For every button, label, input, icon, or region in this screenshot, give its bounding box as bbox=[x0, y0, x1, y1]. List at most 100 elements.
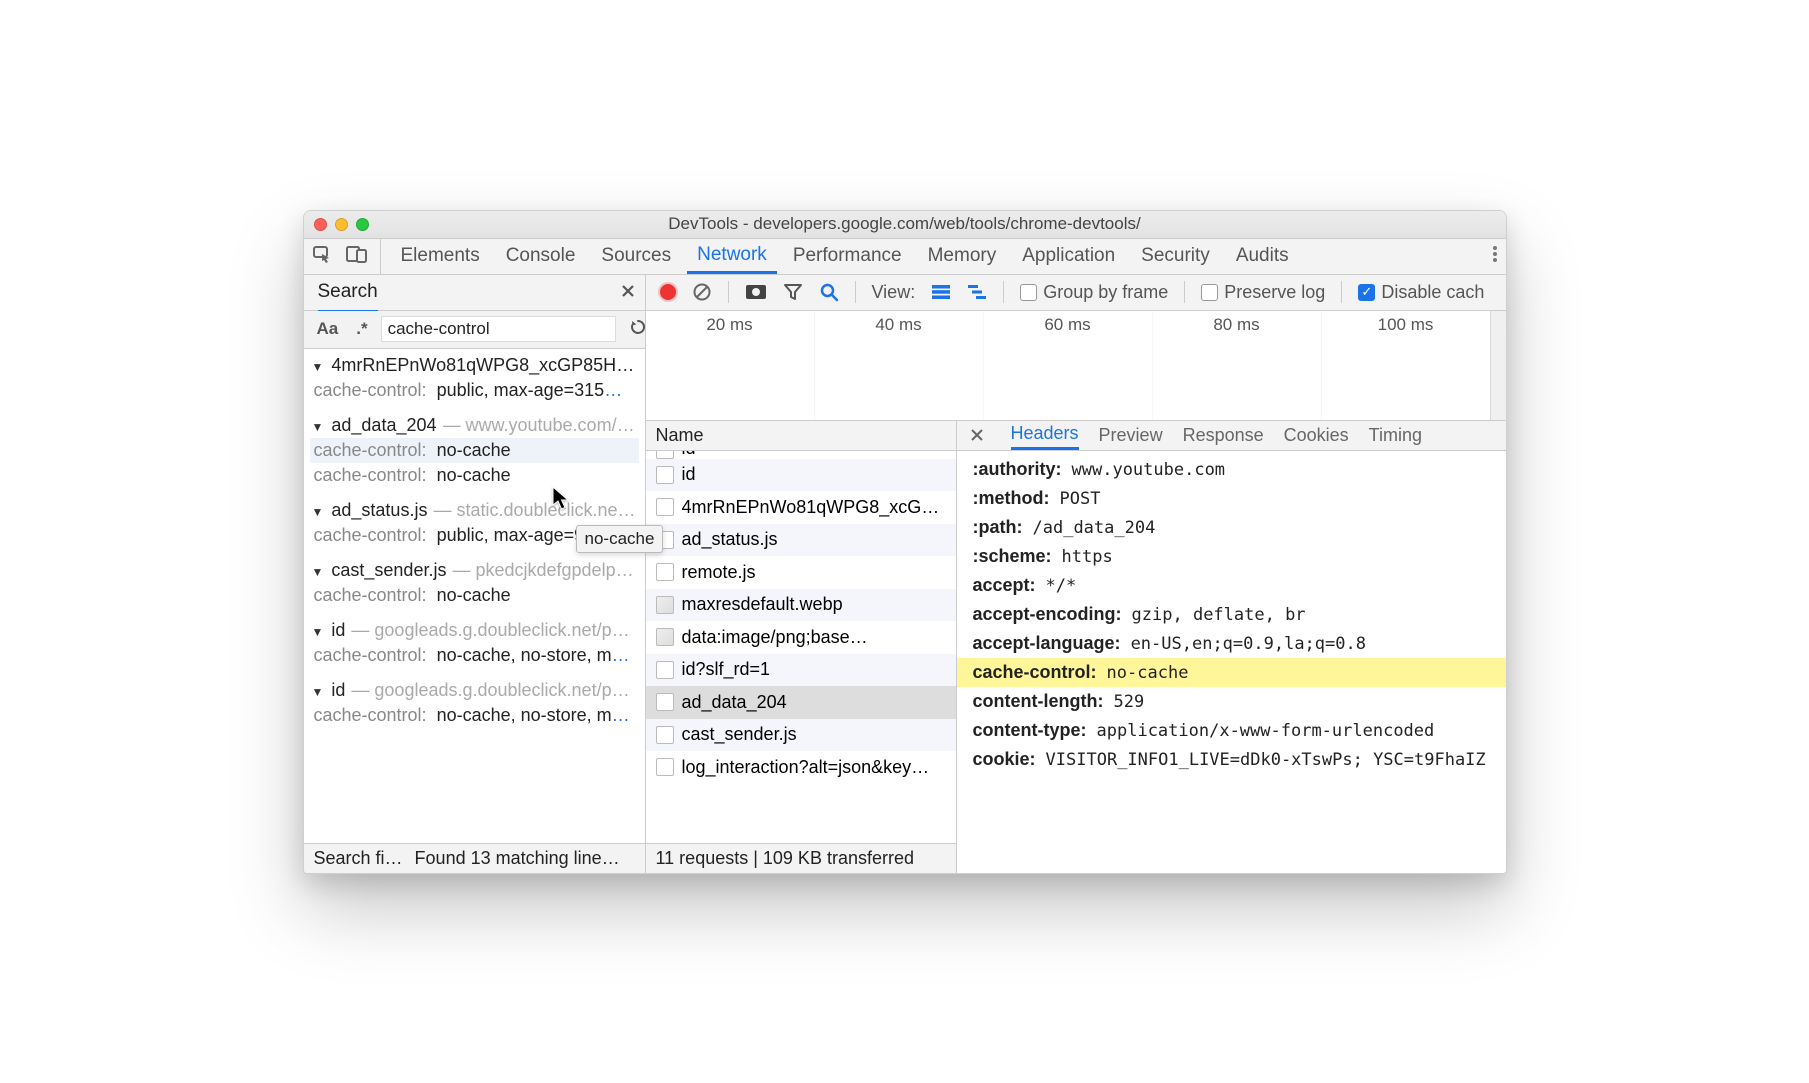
request-name: data:image/png;base… bbox=[682, 627, 868, 648]
search-result-file[interactable]: ▼ad_data_204 — www.youtube.com/… bbox=[310, 413, 639, 438]
chevron-down-icon: ▼ bbox=[310, 625, 326, 639]
group-by-frame-checkbox[interactable]: Group by frame bbox=[1016, 282, 1172, 303]
header-row[interactable]: cache-control: no-cache bbox=[957, 658, 1506, 687]
chevron-down-icon: ▼ bbox=[310, 505, 326, 519]
filter-icon[interactable] bbox=[779, 283, 807, 301]
details-tab-response[interactable]: Response bbox=[1183, 421, 1264, 450]
request-name: id bbox=[682, 464, 696, 485]
header-row[interactable]: :path: /ad_data_204 bbox=[957, 513, 1506, 542]
clear-button[interactable] bbox=[688, 282, 716, 302]
tab-security[interactable]: Security bbox=[1131, 239, 1220, 274]
request-name: id?slf_rd=1 bbox=[682, 659, 771, 680]
request-row[interactable]: cast_sender.js bbox=[646, 719, 956, 752]
request-row[interactable]: id?slf_rd=1 bbox=[646, 654, 956, 687]
header-row[interactable]: :method: POST bbox=[957, 484, 1506, 513]
minimize-window-button[interactable] bbox=[335, 218, 348, 231]
request-row[interactable]: log_interaction?alt=json&key… bbox=[646, 751, 956, 784]
request-row[interactable]: remote.js bbox=[646, 556, 956, 589]
search-icon[interactable] bbox=[815, 282, 843, 302]
header-row[interactable]: cookie: VISITOR_INFO1_LIVE=dDk0-xTswPs; … bbox=[957, 745, 1506, 774]
search-result-line[interactable]: cache-control: no-cache bbox=[310, 583, 639, 608]
header-row[interactable]: accept: */* bbox=[957, 571, 1506, 600]
request-list-footer: 11 requests | 109 KB transferred bbox=[646, 843, 956, 873]
search-input[interactable] bbox=[381, 316, 616, 342]
more-menu-icon[interactable] bbox=[1492, 244, 1498, 269]
tab-memory[interactable]: Memory bbox=[918, 239, 1007, 274]
file-icon bbox=[656, 466, 674, 484]
file-icon bbox=[656, 498, 674, 516]
tab-network[interactable]: Network bbox=[687, 239, 777, 274]
details-tab-timing[interactable]: Timing bbox=[1369, 421, 1422, 450]
network-timeline[interactable]: 20 ms40 ms60 ms80 ms100 ms bbox=[646, 311, 1506, 421]
request-row[interactable]: id bbox=[646, 459, 956, 492]
device-toggle-icon[interactable] bbox=[346, 244, 368, 269]
request-name: ad_status.js bbox=[682, 529, 778, 550]
timeline-scrollbar[interactable] bbox=[1490, 311, 1506, 420]
request-row[interactable]: ad_data_204 bbox=[646, 686, 956, 719]
file-icon bbox=[656, 726, 674, 744]
regex-toggle[interactable]: .* bbox=[351, 317, 372, 341]
timeline-tick: 40 ms bbox=[815, 311, 984, 420]
devtools-window: DevTools - developers.google.com/web/too… bbox=[303, 210, 1507, 874]
request-row[interactable]: maxresdefault.webp bbox=[646, 589, 956, 622]
search-result-file[interactable]: ▼id — googleads.g.doubleclick.net/p… bbox=[310, 618, 639, 643]
file-icon bbox=[656, 693, 674, 711]
request-name: ad_data_204 bbox=[682, 692, 787, 713]
request-row[interactable]: ad_status.js bbox=[646, 524, 956, 557]
record-button[interactable] bbox=[656, 284, 680, 300]
request-row[interactable]: 4mrRnEPnWo81qWPG8_xcG… bbox=[646, 491, 956, 524]
close-details-icon[interactable] bbox=[971, 421, 991, 450]
preserve-log-checkbox[interactable]: Preserve log bbox=[1197, 282, 1329, 303]
search-result-group: ▼id — googleads.g.doubleclick.net/p…cach… bbox=[304, 616, 645, 670]
search-result-line[interactable]: cache-control: no-cache bbox=[310, 438, 639, 463]
tab-performance[interactable]: Performance bbox=[783, 239, 912, 274]
tooltip: no-cache bbox=[576, 525, 664, 553]
large-rows-icon[interactable] bbox=[927, 284, 955, 300]
chevron-down-icon: ▼ bbox=[310, 360, 326, 374]
search-result-file[interactable]: ▼ad_status.js — static.doubleclick.ne… bbox=[310, 498, 639, 523]
search-result-file[interactable]: ▼4mrRnEPnWo81qWPG8_xcGP85HC… bbox=[310, 353, 639, 378]
view-label: View: bbox=[868, 282, 920, 303]
zoom-window-button[interactable] bbox=[356, 218, 369, 231]
details-tab-headers[interactable]: Headers bbox=[1011, 421, 1079, 450]
header-row[interactable]: content-type: application/x-www-form-url… bbox=[957, 716, 1506, 745]
match-case-toggle[interactable]: Aa bbox=[312, 317, 344, 341]
image-icon bbox=[656, 628, 674, 646]
inspect-icon[interactable] bbox=[312, 244, 332, 269]
header-row[interactable]: :scheme: https bbox=[957, 542, 1506, 571]
search-drawer-title: Search bbox=[318, 281, 378, 313]
search-footer-left: Search fi… bbox=[314, 848, 403, 869]
header-row[interactable]: accept-encoding: gzip, deflate, br bbox=[957, 600, 1506, 629]
tab-audits[interactable]: Audits bbox=[1226, 239, 1299, 274]
chevron-down-icon: ▼ bbox=[310, 565, 326, 579]
tab-sources[interactable]: Sources bbox=[591, 239, 681, 274]
close-window-button[interactable] bbox=[314, 218, 327, 231]
request-row[interactable]: id bbox=[646, 451, 956, 459]
header-row[interactable]: content-length: 529 bbox=[957, 687, 1506, 716]
capture-screenshots-icon[interactable] bbox=[741, 284, 771, 300]
tab-elements[interactable]: Elements bbox=[391, 239, 490, 274]
close-icon[interactable] bbox=[621, 282, 635, 303]
request-list-header[interactable]: Name bbox=[646, 421, 956, 451]
search-result-line[interactable]: cache-control: public, max-age=315… bbox=[310, 378, 639, 403]
tab-console[interactable]: Console bbox=[496, 239, 586, 274]
search-result-line[interactable]: cache-control: no-cache, no-store, m… bbox=[310, 643, 639, 668]
request-name: cast_sender.js bbox=[682, 724, 797, 745]
details-tab-cookies[interactable]: Cookies bbox=[1284, 421, 1349, 450]
search-drawer: Search Aa .* ▼4mrRnEPnWo81qWPG8_xcGP85HC… bbox=[304, 275, 646, 873]
image-icon bbox=[656, 596, 674, 614]
header-row[interactable]: accept-language: en-US,en;q=0.9,la;q=0.8 bbox=[957, 629, 1506, 658]
search-result-line[interactable]: cache-control: no-cache, no-store, m… bbox=[310, 703, 639, 728]
waterfall-icon[interactable] bbox=[963, 284, 991, 300]
request-row[interactable]: data:image/png;base… bbox=[646, 621, 956, 654]
disable-cache-checkbox[interactable]: ✓Disable cach bbox=[1354, 282, 1488, 303]
devtools-tabs: ElementsConsoleSourcesNetworkPerformance… bbox=[304, 239, 1506, 275]
tab-application[interactable]: Application bbox=[1012, 239, 1125, 274]
header-row[interactable]: :authority: www.youtube.com bbox=[957, 455, 1506, 484]
search-result-line[interactable]: cache-control: no-cache bbox=[310, 463, 639, 488]
file-icon bbox=[656, 661, 674, 679]
search-result-file[interactable]: ▼cast_sender.js — pkedcjkdefgpdelp… bbox=[310, 558, 639, 583]
search-result-file[interactable]: ▼id — googleads.g.doubleclick.net/p… bbox=[310, 678, 639, 703]
file-icon bbox=[656, 758, 674, 776]
details-tab-preview[interactable]: Preview bbox=[1099, 421, 1163, 450]
